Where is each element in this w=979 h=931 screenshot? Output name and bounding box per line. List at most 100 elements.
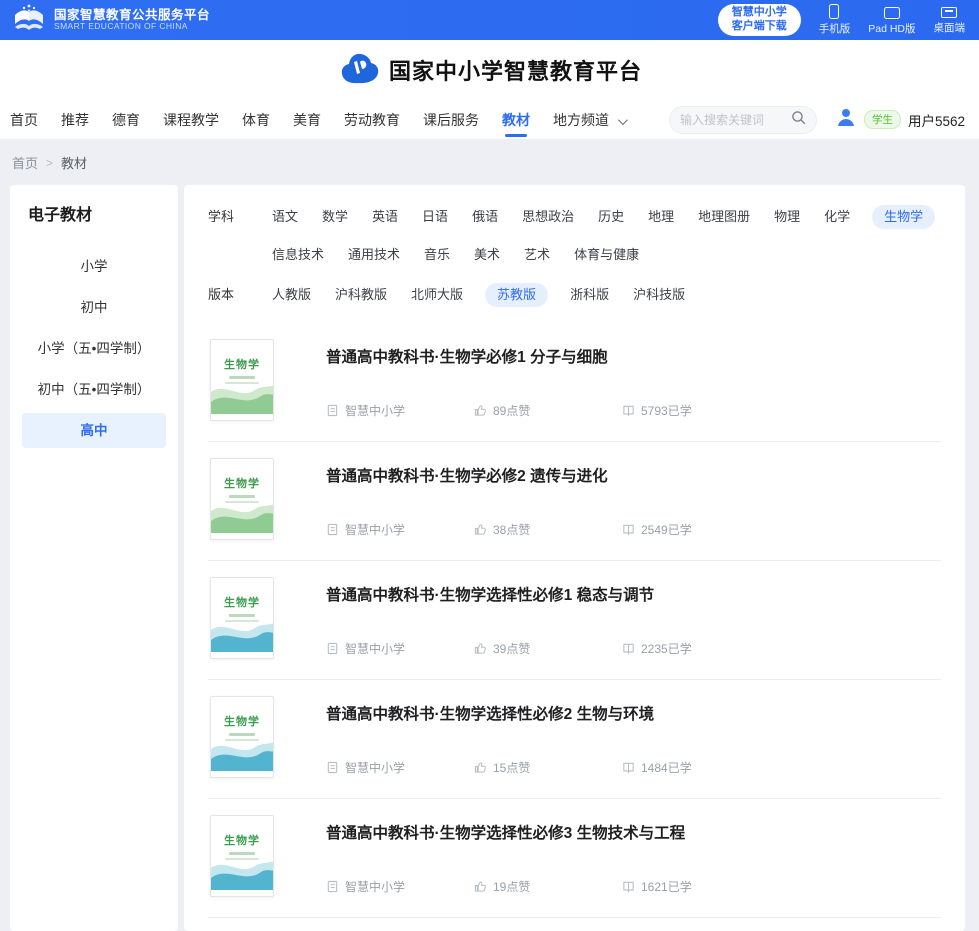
book-cover[interactable]: ······· 生物学	[210, 577, 274, 659]
book-cover[interactable]: ······· 生物学	[210, 696, 274, 778]
edition-option-hukeji[interactable]: 沪科技版	[631, 283, 687, 307]
nav-item-recommend[interactable]: 推荐	[61, 101, 89, 139]
publisher-icon	[326, 761, 339, 774]
sidebar-item-junior-54[interactable]: 初中（五•四学制）	[22, 372, 166, 407]
cloud-book-logo-icon	[337, 50, 379, 91]
book-list-item[interactable]: ······· 生物学 普通高中教科书·生物学选择性必修3 生物技术与工程 智慧…	[208, 799, 941, 918]
mobile-version-link[interactable]: 手机版	[819, 4, 851, 36]
book-cover[interactable]: ······· 生物学	[210, 458, 274, 540]
username[interactable]: 用户5562	[908, 110, 965, 130]
subject-option-it[interactable]: 信息技术	[270, 243, 326, 267]
edition-option-hukejiao[interactable]: 沪科教版	[333, 283, 389, 307]
sidebar-item-primary-54[interactable]: 小学（五•四学制）	[22, 331, 166, 366]
nav-item-textbooks[interactable]: 教材	[502, 101, 530, 139]
search-icon[interactable]	[791, 110, 806, 130]
user-account[interactable]: 学生 用户5562	[835, 106, 965, 133]
subject-option-history[interactable]: 历史	[596, 205, 626, 229]
breadcrumb-home[interactable]: 首页	[12, 153, 38, 172]
platform-logo[interactable]: 国家智慧教育公共服务平台 SMART EDUCATION OF CHINA	[12, 4, 210, 37]
role-badge: 学生	[864, 110, 901, 129]
nav-item-pe[interactable]: 体育	[242, 101, 270, 139]
nav-item-moral-education[interactable]: 德育	[112, 101, 140, 139]
publisher-icon	[326, 523, 339, 536]
sidebar-item-primary[interactable]: 小学	[22, 249, 166, 284]
book-source-label: 智慧中小学	[345, 640, 405, 657]
textbook-main-panel: 学科 语文 数学 英语 日语 俄语 思想政治 历史 地理 地理图册 物理 化学 …	[184, 185, 965, 931]
book-source-label: 智慧中小学	[345, 521, 405, 538]
publisher-icon	[326, 880, 339, 893]
book-source-label: 智慧中小学	[345, 402, 405, 419]
book-title[interactable]: 普通高中教科书·生物学必修1 分子与细胞	[326, 345, 939, 367]
edition-option-sujiao[interactable]: 苏教版	[485, 283, 548, 307]
subject-option-arts[interactable]: 艺术	[522, 243, 552, 267]
book-title[interactable]: 普通高中教科书·生物学必修2 遗传与进化	[326, 464, 939, 486]
book-title[interactable]: 普通高中教科书·生物学选择性必修3 生物技术与工程	[326, 821, 939, 843]
subject-option-japanese[interactable]: 日语	[420, 205, 450, 229]
book-list-item[interactable]: ······· 生物学 普通高中教科书·生物学必修1 分子与细胞 智慧中小学	[208, 323, 941, 442]
subject-option-music[interactable]: 音乐	[422, 243, 452, 267]
search-box[interactable]	[669, 106, 817, 134]
book-list-item[interactable]: ······· 生物学 普通高中教科书·生物学选择性必修1 稳态与调节 智慧中小…	[208, 561, 941, 680]
book-likes[interactable]: 89点赞	[474, 402, 570, 419]
subject-option-geo-atlas[interactable]: 地理图册	[696, 205, 752, 229]
edition-option-renjiao[interactable]: 人教版	[270, 283, 313, 307]
subject-filter-row: 学科 语文 数学 英语 日语 俄语 思想政治 历史 地理 地理图册 物理 化学 …	[208, 205, 941, 267]
avatar[interactable]	[835, 106, 857, 133]
book-cover[interactable]: ······· 生物学	[210, 339, 274, 421]
nav-item-aesthetic-education[interactable]: 美育	[293, 101, 321, 139]
breadcrumb-current: 教材	[61, 153, 87, 172]
subject-option-geography[interactable]: 地理	[646, 205, 676, 229]
book-likes[interactable]: 39点赞	[474, 640, 570, 657]
edition-option-beishida[interactable]: 北师大版	[409, 283, 465, 307]
book-title[interactable]: 普通高中教科书·生物学选择性必修1 稳态与调节	[326, 583, 939, 605]
book-cover[interactable]: ······· 生物学	[210, 815, 274, 897]
subject-option-art[interactable]: 美术	[472, 243, 502, 267]
book-likes[interactable]: 15点赞	[474, 759, 570, 776]
phone-icon	[829, 4, 839, 19]
subject-option-politics[interactable]: 思想政治	[520, 205, 576, 229]
book-title[interactable]: 普通高中教科书·生物学选择性必修2 生物与环境	[326, 702, 939, 724]
book-likes[interactable]: 38点赞	[474, 521, 570, 538]
mobile-version-label: 手机版	[819, 21, 851, 36]
desktop-version-link[interactable]: 桌面端	[934, 5, 966, 35]
sidebar-item-senior[interactable]: 高中	[22, 413, 166, 448]
book-learned: 1621已学	[622, 878, 718, 895]
subject-option-biology[interactable]: 生物学	[872, 205, 935, 229]
subject-option-math[interactable]: 数学	[320, 205, 350, 229]
desktop-icon	[941, 7, 957, 18]
thumbs-up-icon	[474, 880, 487, 893]
subject-option-physics[interactable]: 物理	[772, 205, 802, 229]
edition-option-zheke[interactable]: 浙科版	[568, 283, 611, 307]
local-channel-label: 地方频道	[553, 112, 609, 128]
subject-option-pe-health[interactable]: 体育与健康	[572, 243, 641, 267]
pad-version-link[interactable]: Pad HD版	[868, 5, 915, 36]
page-title: 国家中小学智慧教育平台	[389, 54, 642, 86]
subject-option-chemistry[interactable]: 化学	[822, 205, 852, 229]
book-likes[interactable]: 19点赞	[474, 878, 570, 895]
subject-option-chinese[interactable]: 语文	[270, 205, 300, 229]
book-learned-label: 5793已学	[641, 402, 692, 419]
nav-item-labor-education[interactable]: 劳动教育	[344, 101, 400, 139]
nav-item-after-school[interactable]: 课后服务	[423, 101, 479, 139]
book-source: 智慧中小学	[326, 640, 422, 657]
breadcrumb-separator: >	[46, 156, 53, 170]
client-download-line2: 客户端下载	[732, 20, 787, 34]
book-cover-title: 生物学	[211, 594, 273, 610]
book-list-item[interactable]: ······· 生物学 普通高中教科书·生物学选择性必修2 生物与环境 智慧中小…	[208, 680, 941, 799]
open-book-logo-icon	[12, 4, 46, 37]
book-learned: 5793已学	[622, 402, 718, 419]
nav-item-local-channel[interactable]: 地方频道	[553, 101, 625, 139]
sidebar-item-junior[interactable]: 初中	[22, 290, 166, 325]
nav-item-home[interactable]: 首页	[10, 101, 38, 139]
book-learned: 1484已学	[622, 759, 718, 776]
client-download-button[interactable]: 智慧中小学 客户端下载	[718, 4, 801, 36]
book-list-item[interactable]: ······· 生物学 普通高中教科书·生物学必修2 遗传与进化 智慧中小学	[208, 442, 941, 561]
nav-item-course-teaching[interactable]: 课程教学	[163, 101, 219, 139]
search-input[interactable]	[680, 113, 785, 127]
book-learned-label: 2549已学	[641, 521, 692, 538]
subject-option-english[interactable]: 英语	[370, 205, 400, 229]
subject-option-russian[interactable]: 俄语	[470, 205, 500, 229]
subject-option-general-tech[interactable]: 通用技术	[346, 243, 402, 267]
book-cover-title: 生物学	[211, 356, 273, 372]
book-source-label: 智慧中小学	[345, 878, 405, 895]
